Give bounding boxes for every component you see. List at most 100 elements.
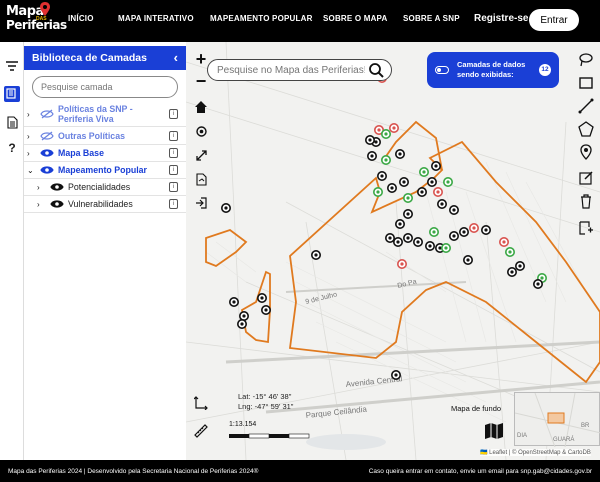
map-marker[interactable] — [395, 219, 406, 230]
eye-icon[interactable] — [40, 148, 54, 158]
map-marker[interactable] — [261, 304, 272, 315]
info-icon[interactable]: i — [169, 148, 178, 158]
marker-pin-icon[interactable] — [578, 144, 594, 160]
coordinates-arrows-icon[interactable] — [192, 394, 210, 412]
nav-inicio[interactable]: INÍCIO — [68, 14, 94, 23]
filter-icon[interactable] — [4, 58, 20, 74]
map-marker[interactable] — [393, 237, 404, 248]
map-marker[interactable] — [514, 261, 525, 272]
chevron-right-icon[interactable]: › — [37, 183, 47, 192]
map-marker[interactable] — [504, 247, 515, 258]
map-marker[interactable] — [532, 279, 543, 290]
map-marker[interactable] — [389, 123, 400, 134]
map-marker[interactable] — [441, 243, 452, 254]
map-marker[interactable] — [381, 129, 392, 140]
layer-item[interactable]: ⌄ Mapeamento Popular i — [24, 162, 186, 179]
map-marker[interactable] — [417, 187, 428, 198]
help-icon[interactable]: ? — [4, 140, 20, 156]
minimap[interactable]: DIA GUARÁ BR — [514, 392, 600, 448]
map-marker[interactable] — [236, 318, 247, 329]
map-marker[interactable] — [403, 193, 414, 204]
map-marker[interactable] — [397, 259, 408, 270]
map-marker[interactable] — [448, 205, 459, 216]
nav-sobre-snp[interactable]: SOBRE A SNP — [403, 14, 460, 23]
nav-mapa-interativo[interactable]: MAPA INTERATIVO — [118, 14, 194, 23]
chevron-right-icon[interactable]: › — [37, 200, 47, 209]
locate-icon[interactable] — [192, 122, 210, 140]
document-icon[interactable] — [4, 114, 20, 130]
info-icon[interactable]: i — [169, 131, 178, 141]
search-icon[interactable] — [368, 62, 385, 79]
export-document-icon[interactable] — [192, 170, 210, 188]
map-marker[interactable] — [399, 177, 410, 188]
map-marker[interactable] — [429, 227, 440, 238]
layer-item[interactable]: › Vulnerabilidades i — [24, 196, 186, 213]
map-marker[interactable] — [431, 161, 442, 172]
chevron-right-icon[interactable]: › — [27, 110, 37, 119]
map-search-input[interactable] — [207, 59, 392, 81]
info-icon[interactable]: i — [169, 182, 178, 192]
site-logo[interactable]: Mapa DAS Periferias — [6, 2, 67, 38]
map-marker[interactable] — [385, 233, 396, 244]
login-button[interactable]: Entrar — [529, 9, 579, 31]
layer-item[interactable]: › Políticas da SNP - Periferia Viva i — [24, 102, 186, 127]
basemap-map-icon[interactable] — [484, 421, 504, 441]
toggle-icon[interactable] — [435, 66, 449, 74]
chevron-right-icon[interactable]: › — [27, 132, 37, 141]
map-marker[interactable] — [220, 203, 231, 214]
home-icon[interactable] — [192, 98, 210, 116]
zoom-in-button[interactable]: + — [192, 49, 210, 69]
map-marker[interactable] — [387, 183, 398, 194]
eye-off-icon[interactable] — [40, 131, 54, 141]
map-marker[interactable] — [462, 255, 473, 266]
login-arrow-icon[interactable] — [192, 194, 210, 212]
layers-library-icon[interactable] — [4, 86, 20, 102]
map-marker[interactable] — [433, 187, 444, 198]
map-marker[interactable] — [238, 310, 249, 321]
map-marker[interactable] — [367, 151, 378, 162]
map-marker[interactable] — [413, 237, 424, 248]
eye-off-icon[interactable] — [40, 109, 54, 119]
map-marker[interactable] — [480, 225, 491, 236]
map-marker[interactable] — [468, 223, 479, 234]
map-marker[interactable] — [403, 209, 414, 220]
map-marker[interactable] — [373, 187, 384, 198]
layer-item[interactable]: › Outras Políticas i — [24, 128, 186, 145]
map-marker[interactable] — [458, 227, 469, 238]
edit-icon[interactable] — [578, 170, 594, 186]
map-marker[interactable] — [365, 135, 376, 146]
map-marker[interactable] — [257, 293, 268, 304]
eye-icon[interactable] — [50, 182, 64, 192]
layer-item[interactable]: › Potencialidades i — [24, 179, 186, 196]
polygon-icon[interactable] — [578, 121, 594, 137]
map-marker[interactable] — [498, 237, 509, 248]
info-icon[interactable]: i — [169, 199, 178, 209]
map-marker[interactable] — [228, 297, 239, 308]
fullscreen-icon[interactable] — [192, 146, 210, 164]
map-marker[interactable] — [403, 233, 414, 244]
add-note-icon[interactable] — [578, 220, 594, 236]
map-marker[interactable] — [391, 369, 402, 380]
nav-sobre-mapa[interactable]: SOBRE O MAPA — [323, 14, 387, 23]
footer-contact[interactable]: Caso queira entrar em contato, envie um … — [369, 468, 592, 475]
map-marker[interactable] — [425, 241, 436, 252]
map-attribution[interactable]: 🇺🇦 Leaflet | © OpenStreetMap & CartoDB — [480, 449, 591, 456]
layer-item[interactable]: › Mapa Base i — [24, 145, 186, 162]
map-marker[interactable] — [395, 149, 406, 160]
map-marker[interactable] — [437, 199, 448, 210]
map-markers[interactable] — [220, 72, 547, 380]
map-marker[interactable] — [381, 155, 392, 166]
info-icon[interactable]: i — [169, 165, 178, 175]
map-marker[interactable] — [442, 177, 453, 188]
chevron-down-icon[interactable]: ⌄ — [27, 166, 37, 175]
eye-icon[interactable] — [40, 165, 54, 175]
eye-icon[interactable] — [50, 199, 64, 209]
info-icon[interactable]: i — [169, 109, 178, 119]
active-layers-indicator[interactable]: Camadas de dados sendo exibidas: 12 — [427, 52, 559, 88]
register-link[interactable]: Registre-se — [474, 13, 528, 24]
rectangle-icon[interactable] — [578, 75, 594, 91]
map-marker[interactable] — [448, 231, 459, 242]
map-marker[interactable] — [419, 167, 430, 178]
map-marker[interactable] — [377, 171, 388, 182]
trash-icon[interactable] — [578, 193, 594, 209]
